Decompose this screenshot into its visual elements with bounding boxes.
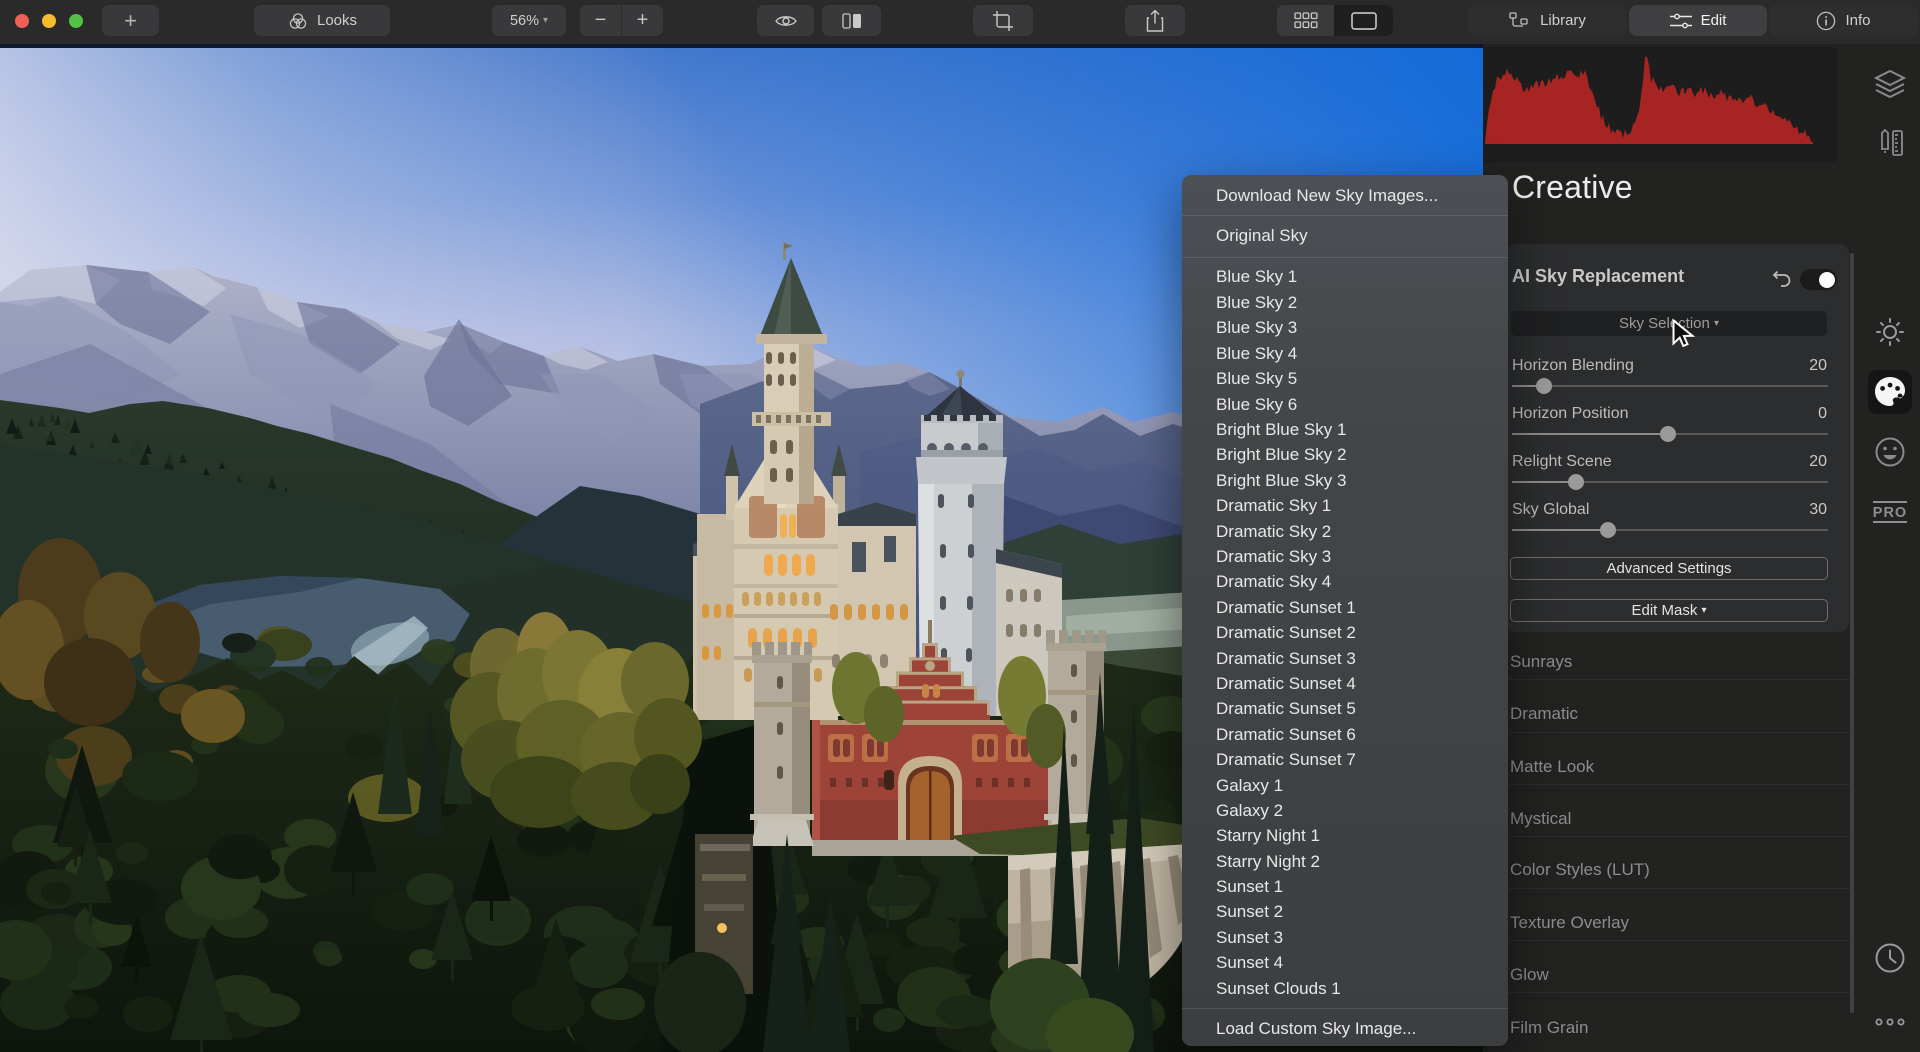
svg-text:PRO: PRO (1873, 505, 1907, 521)
